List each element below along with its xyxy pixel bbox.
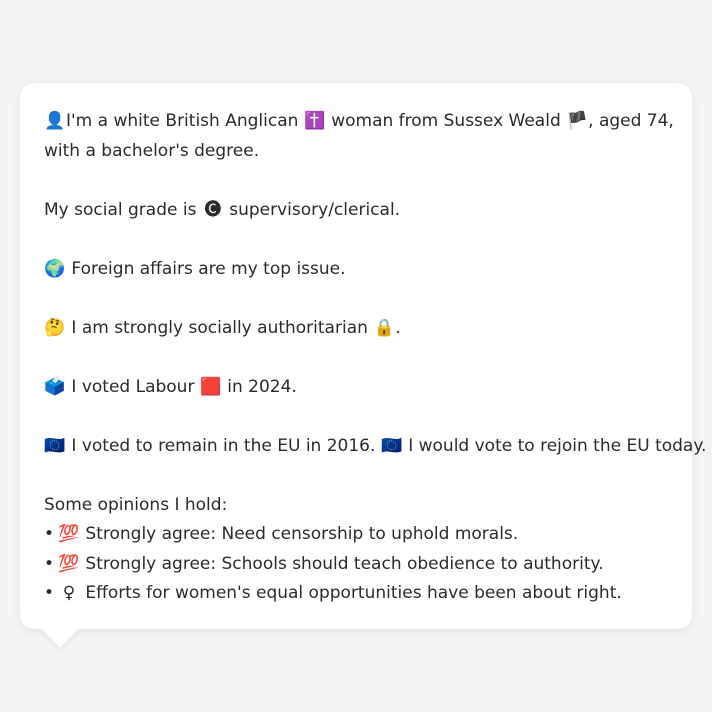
social-view-paragraph: 🤔 I am strongly socially authoritarian 🔒…	[44, 314, 672, 344]
identity-text-b: woman from Sussex Weald	[325, 111, 567, 131]
person-icon: 👤	[44, 111, 66, 131]
bubble-tail	[41, 628, 79, 648]
social-grade-paragraph: My social grade is 🅒 supervisory/clerica…	[44, 196, 672, 226]
list-item: • ♀ Efforts for women's equal opportuniti…	[44, 579, 672, 609]
identity-text-a: I'm a white British Anglican	[66, 111, 304, 131]
identity-line-2: with a bachelor's degree.	[44, 140, 260, 161]
vote-2024-paragraph: 🗳️ I voted Labour 🟥 in 2024.	[44, 373, 672, 403]
england-flag-icon: 🏴	[566, 111, 588, 131]
identity-line-1: 👤I'm a white British Anglican ✝️ woman f…	[44, 107, 674, 137]
eu-paragraph: 🇪🇺 I voted to remain in the EU in 2016. …	[44, 432, 706, 462]
letter-c-icon: 🅒	[204, 199, 222, 220]
list-item: • 💯 Strongly agree: Need censorship to up…	[44, 520, 672, 550]
list-item: • 💯 Strongly agree: Schools should teach …	[44, 550, 672, 580]
social-view-text: I am strongly socially authoritarian	[66, 317, 374, 338]
opinion-text: Efforts for women's equal opportunities …	[80, 583, 622, 603]
vote-2024-suffix: in 2024.	[221, 376, 297, 397]
globe-icon: 🌍	[44, 258, 66, 279]
eu-suffix: I would vote to rejoin the EU today.	[402, 435, 707, 456]
opinion-text: Strongly agree: Need censorship to uphol…	[80, 524, 519, 544]
female-sign-icon: ♀	[62, 583, 76, 603]
bullet-icon: •	[44, 553, 55, 574]
persona-text: 👤I'm a white British Anglican ✝️ woman f…	[44, 107, 706, 609]
bullet-icon: •	[44, 583, 55, 603]
social-grade-prefix: My social grade is	[44, 199, 202, 220]
red-square-icon: 🟥	[200, 376, 222, 397]
identity-text-c: , aged 74,	[588, 111, 674, 131]
opinions-paragraph: Some opinions I hold: • 💯 Strongly agree:…	[44, 491, 672, 609]
hundred-points-icon: 💯	[58, 524, 80, 544]
social-grade-text: supervisory/clerical.	[223, 199, 401, 220]
eu-flag-icon: 🇪🇺	[44, 435, 66, 456]
opinions-heading: Some opinions I hold:	[44, 494, 228, 515]
hundred-points-icon: 💯	[58, 553, 80, 574]
lock-icon: 🔒	[373, 317, 395, 338]
eu-text: I voted to remain in the EU in 2016.	[66, 435, 381, 456]
bullet-icon: •	[44, 524, 55, 544]
opinion-text: Strongly agree: Schools should teach obe…	[80, 553, 604, 574]
top-issue-paragraph: 🌍 Foreign affairs are my top issue.	[44, 255, 672, 285]
identity-paragraph: 👤I'm a white British Anglican ✝️ woman f…	[44, 107, 674, 166]
vote-2024-text: I voted Labour	[66, 376, 200, 397]
ballot-box-icon: 🗳️	[44, 376, 66, 397]
eu-flag-icon: 🇪🇺	[381, 435, 403, 456]
cross-icon: ✝️	[304, 111, 326, 131]
thinking-face-icon: 🤔	[44, 317, 66, 338]
message-bubble: 👤I'm a white British Anglican ✝️ woman f…	[20, 83, 706, 629]
top-issue-text: Foreign affairs are my top issue.	[66, 258, 346, 279]
social-view-suffix: .	[395, 317, 401, 338]
